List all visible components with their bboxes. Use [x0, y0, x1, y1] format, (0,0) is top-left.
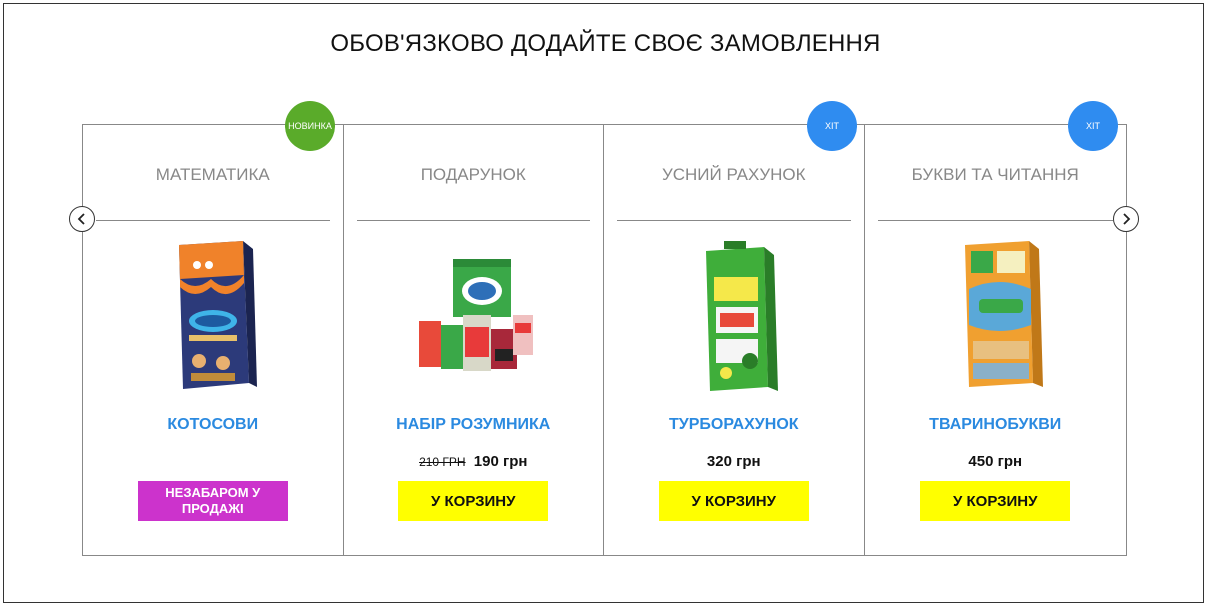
chevron-right-icon: [1123, 213, 1131, 225]
chevron-left-icon: [77, 213, 85, 225]
divider: [356, 220, 590, 221]
carousel-prev-button[interactable]: [69, 206, 95, 232]
add-to-cart-button[interactable]: У КОРЗИНУ: [658, 481, 809, 521]
new-badge: НОВИНКА: [285, 101, 335, 151]
product-name[interactable]: ТВАРИНОБУКВИ: [865, 416, 1127, 434]
carousel-next-button[interactable]: [1113, 206, 1139, 232]
product-price: 210 ГРН 190 грн: [344, 453, 604, 470]
product-price: 450 грн: [968, 453, 1023, 470]
product-image-nabir[interactable]: [403, 237, 543, 397]
product-name[interactable]: КОТОСОВИ: [83, 416, 343, 434]
product-name[interactable]: ТУРБОРАХУНОК: [604, 416, 864, 434]
product-price: 320 грн: [706, 453, 761, 470]
product-carousel: МАТЕМАТИКА КОТОСОВИ НЕЗАБАРОМ У ПРОДАЖІ …: [82, 124, 1127, 556]
product-card-turbo: УСНИЙ РАХУНОК ТУРБОРАХУНОК 320 грн У КОР…: [604, 125, 865, 555]
product-image-tvarynobukvy[interactable]: [925, 237, 1065, 397]
product-image-kotosovy[interactable]: [143, 237, 283, 397]
product-category: УСНИЙ РАХУНОК: [661, 165, 806, 184]
product-image-turbo[interactable]: [664, 237, 804, 397]
product-category: ПОДАРУНОК: [420, 165, 526, 184]
divider: [877, 220, 1113, 221]
add-to-cart-button[interactable]: У КОРЗИНУ: [398, 481, 549, 521]
page-title: ОБОВ'ЯЗКОВО ДОДАЙТЕ СВОЄ ЗАМОВЛЕННЯ: [330, 30, 881, 57]
product-card-tvarynobukvy: БУКВИ ТА ЧИТАННЯ ТВАРИНОБУКВИ 450 грн У …: [865, 125, 1127, 555]
old-price: 210 ГРН: [419, 455, 466, 469]
product-card-nabir: ПОДАРУНОК НАБІР РОЗУМНИКА 210 ГРН 190 гр…: [344, 125, 604, 555]
product-name[interactable]: НАБІР РОЗУМНИКА: [344, 416, 604, 434]
coming-soon-button[interactable]: НЕЗАБАРОМ У ПРОДАЖІ: [137, 481, 288, 521]
product-category: БУКВИ ТА ЧИТАННЯ: [911, 165, 1079, 184]
current-price: 190 грн: [473, 453, 528, 470]
product-category: МАТЕМАТИКА: [155, 165, 270, 184]
product-card-kotosovy: МАТЕМАТИКА КОТОСОВИ НЕЗАБАРОМ У ПРОДАЖІ: [83, 125, 344, 555]
add-to-cart-button[interactable]: У КОРЗИНУ: [920, 481, 1071, 521]
divider: [617, 220, 851, 221]
hit-badge: ХІТ: [807, 101, 857, 151]
divider: [96, 220, 330, 221]
hit-badge: ХІТ: [1068, 101, 1118, 151]
